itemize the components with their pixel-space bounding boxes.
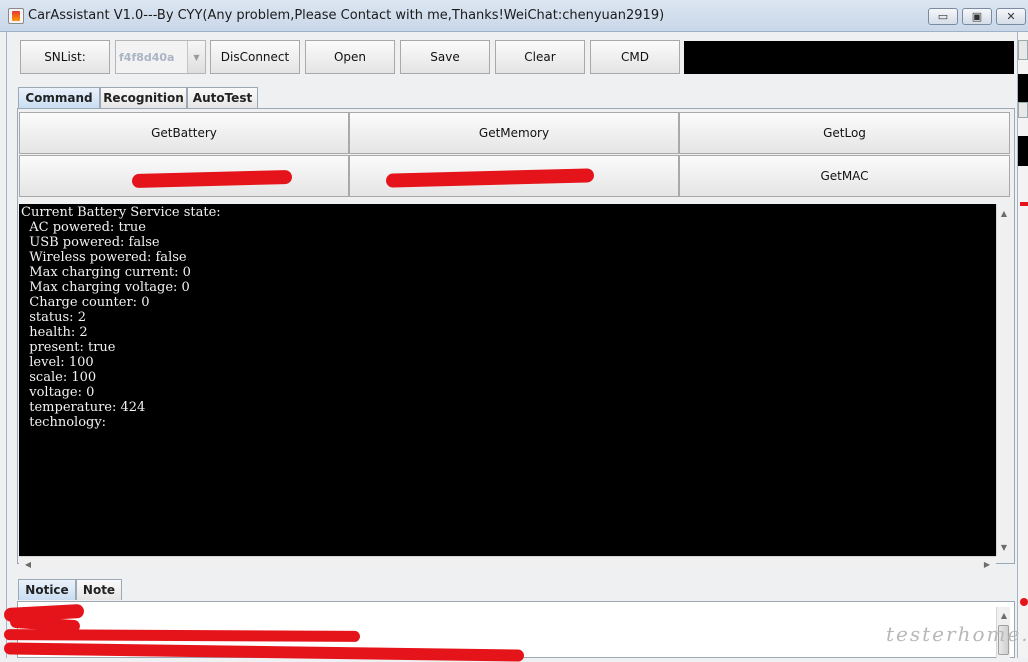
- console-text: Current Battery Service state: AC powere…: [21, 205, 221, 430]
- open-label: Open: [333, 50, 367, 64]
- redaction-mark: [131, 169, 293, 189]
- background-window-red-mark: [1020, 202, 1028, 206]
- open-button[interactable]: Open: [305, 40, 395, 74]
- watermark: testerhome.com: [886, 622, 1028, 646]
- redaction-mark: [3, 629, 361, 642]
- title-bar[interactable]: CarAssistant V1.0---By CYY(Any problem,P…: [0, 0, 1028, 32]
- window-title: CarAssistant V1.0---By CYY(Any problem,P…: [28, 8, 665, 23]
- scroll-left-icon[interactable]: ◀: [21, 557, 35, 571]
- tab-recognition[interactable]: Recognition: [100, 87, 187, 108]
- console-output[interactable]: Current Battery Service state: AC powere…: [19, 204, 996, 556]
- console-vertical-scrollbar[interactable]: ▲ ▼: [996, 204, 1010, 556]
- scroll-up-icon[interactable]: ▲: [997, 608, 1011, 622]
- background-window-red-dot: [1020, 598, 1028, 606]
- save-label: Save: [430, 50, 460, 64]
- disconnect-button[interactable]: DisConnect: [210, 40, 300, 74]
- tab-command[interactable]: Command: [18, 87, 100, 108]
- close-button[interactable]: ✕: [996, 8, 1026, 25]
- clear-label: Clear: [524, 50, 556, 64]
- save-button[interactable]: Save: [400, 40, 490, 74]
- tab-autotest[interactable]: AutoTest: [187, 87, 258, 108]
- get-mac-label: GetMAC: [820, 169, 869, 183]
- cmd-button[interactable]: CMD: [590, 40, 680, 74]
- maximize-button[interactable]: ▣: [962, 8, 992, 25]
- cmd-input[interactable]: [684, 41, 1014, 74]
- minimize-button[interactable]: ▭: [928, 8, 958, 25]
- redacted-command-button[interactable]: [19, 155, 349, 197]
- scroll-up-icon[interactable]: ▲: [997, 206, 1011, 220]
- background-window-button: [1018, 40, 1028, 60]
- snlist-button[interactable]: SNList:: [20, 40, 110, 74]
- maximize-icon: ▣: [971, 10, 983, 23]
- clear-button[interactable]: Clear: [495, 40, 585, 74]
- get-memory-label: GetMemory: [478, 126, 550, 140]
- minimize-icon: ▭: [937, 10, 949, 23]
- sn-combobox[interactable]: f4f8d40a ▼: [115, 40, 206, 74]
- sn-selected-value: f4f8d40a: [119, 51, 175, 64]
- chevron-down-icon[interactable]: ▼: [187, 41, 205, 73]
- background-window-button: [1018, 102, 1028, 118]
- get-battery-button[interactable]: GetBattery: [19, 112, 349, 154]
- scroll-right-icon[interactable]: ▶: [980, 557, 994, 571]
- scroll-down-icon[interactable]: ▼: [997, 540, 1011, 554]
- get-log-label: GetLog: [823, 126, 866, 140]
- redaction-mark: [385, 168, 595, 188]
- tab-note[interactable]: Note: [76, 579, 122, 600]
- java-app-icon: [8, 8, 24, 24]
- get-memory-button[interactable]: GetMemory: [349, 112, 679, 154]
- close-icon: ✕: [1006, 10, 1016, 23]
- get-mac-button[interactable]: GetMAC: [679, 155, 1010, 197]
- tab-label: Command: [25, 91, 93, 105]
- snlist-label: SNList:: [44, 50, 86, 64]
- console-horizontal-scrollbar[interactable]: ◀ ▶: [19, 556, 996, 571]
- tab-notice[interactable]: Notice: [18, 579, 76, 600]
- tab-label: Notice: [25, 583, 69, 597]
- tab-label: Note: [82, 583, 116, 597]
- tab-label: AutoTest: [192, 91, 253, 105]
- get-battery-label: GetBattery: [151, 126, 217, 140]
- background-window-black-field: [1018, 136, 1028, 166]
- background-window-edge: [1018, 32, 1028, 658]
- redacted-command-button[interactable]: [349, 155, 679, 197]
- cmd-label: CMD: [621, 50, 649, 64]
- disconnect-label: DisConnect: [220, 50, 290, 64]
- tab-label: Recognition: [103, 91, 184, 105]
- get-log-button[interactable]: GetLog: [679, 112, 1010, 154]
